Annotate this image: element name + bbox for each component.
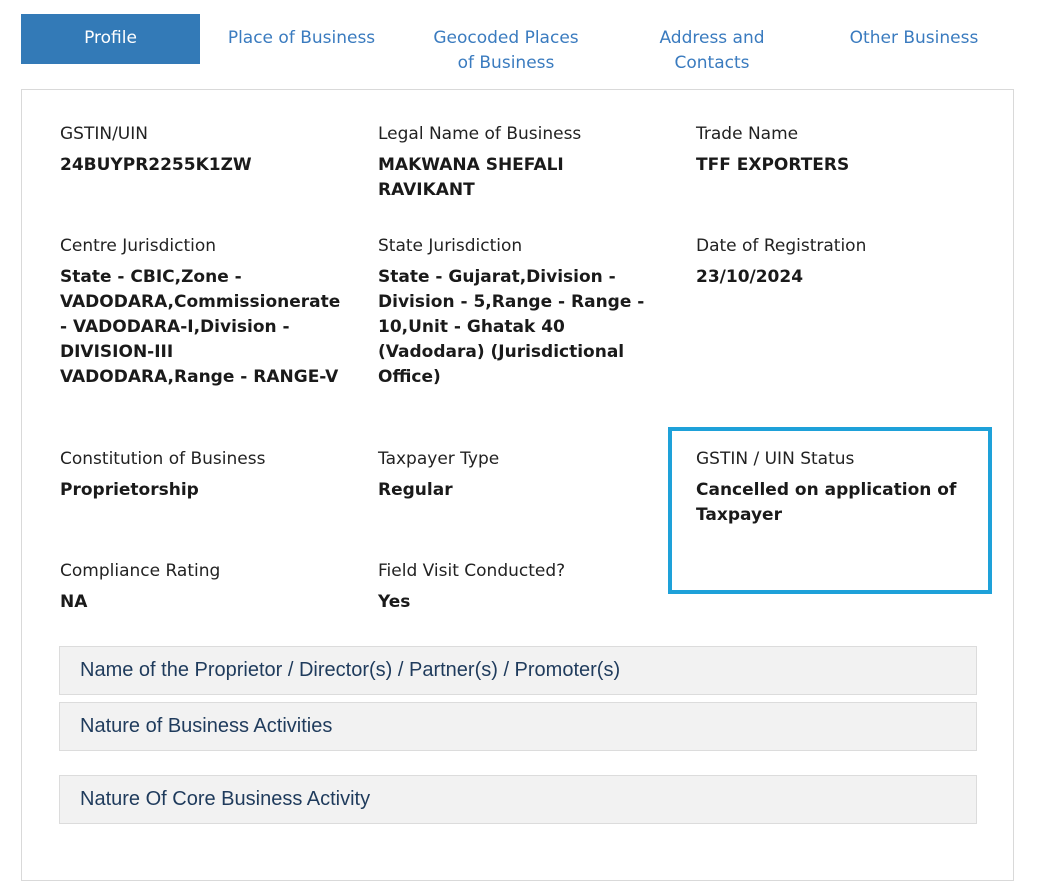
constitution-value: Proprietorship [60, 480, 199, 500]
field-visit-value: Yes [378, 592, 411, 612]
status-field: GSTIN / UIN Status Cancelled on applicat… [696, 447, 986, 528]
centre-jurisdiction-field: Centre Jurisdiction State - CBIC,Zone - … [60, 234, 360, 390]
centre-jurisdiction-label: Centre Jurisdiction [60, 236, 217, 256]
accordion-nature-of-business-label: Nature of Business Activities [80, 715, 333, 737]
tab-place-of-business[interactable]: Place of Business [204, 14, 399, 64]
tab-other-business-label: Other Business [849, 28, 979, 48]
tab-geocoded-places-label: Geocoded Places of Business [433, 28, 579, 73]
accordion-nature-of-business[interactable]: Nature of Business Activities [59, 702, 977, 751]
trade-name-label: Trade Name [696, 124, 799, 144]
compliance-rating-label: Compliance Rating [60, 561, 221, 581]
gstin-label: GSTIN/UIN [60, 124, 148, 144]
constitution-label: Constitution of Business [60, 449, 266, 469]
trade-name-field: Trade Name TFF EXPORTERS [696, 122, 986, 178]
tab-geocoded-places[interactable]: Geocoded Places of Business [411, 14, 601, 73]
tab-other-business[interactable]: Other Business [821, 14, 1007, 64]
field-visit-label: Field Visit Conducted? [378, 561, 566, 581]
tab-profile[interactable]: Profile [21, 14, 200, 64]
accordion-proprietor-directors[interactable]: Name of the Proprietor / Director(s) / P… [59, 646, 977, 695]
tab-address-contacts-label: Address and Contacts [659, 28, 765, 73]
registration-date-field: Date of Registration 23/10/2024 [696, 234, 986, 290]
status-label: GSTIN / UIN Status [696, 449, 855, 469]
legal-name-field: Legal Name of Business MAKWANA SHEFALI R… [378, 122, 678, 203]
state-jurisdiction-value: State - Gujarat,Division - Division - 5,… [378, 267, 645, 387]
accordion-proprietor-directors-label: Name of the Proprietor / Director(s) / P… [80, 659, 621, 681]
taxpayer-type-value: Regular [378, 480, 453, 500]
legal-name-label: Legal Name of Business [378, 124, 582, 144]
tab-bar: Profile Place of Business Geocoded Place… [21, 14, 1013, 76]
compliance-rating-value: NA [60, 592, 88, 612]
accordion-core-business-activity[interactable]: Nature Of Core Business Activity [59, 775, 977, 824]
trade-name-value: TFF EXPORTERS [696, 155, 850, 175]
accordion-core-business-activity-label: Nature Of Core Business Activity [80, 788, 371, 810]
centre-jurisdiction-value: State - CBIC,Zone - VADODARA,Commissione… [60, 267, 341, 387]
registration-date-label: Date of Registration [696, 236, 867, 256]
state-jurisdiction-field: State Jurisdiction State - Gujarat,Divis… [378, 234, 678, 390]
taxpayer-type-label: Taxpayer Type [378, 449, 500, 469]
tab-profile-label: Profile [84, 28, 137, 48]
constitution-field: Constitution of Business Proprietorship [60, 447, 360, 503]
taxpayer-type-field: Taxpayer Type Regular [378, 447, 678, 503]
compliance-rating-field: Compliance Rating NA [60, 559, 360, 615]
status-value: Cancelled on application of Taxpayer [696, 480, 957, 525]
field-visit-field: Field Visit Conducted? Yes [378, 559, 678, 615]
gstin-value: 24BUYPR2255K1ZW [60, 155, 252, 175]
gstin-field: GSTIN/UIN 24BUYPR2255K1ZW [60, 122, 360, 178]
profile-panel: GSTIN/UIN 24BUYPR2255K1ZW Legal Name of … [21, 89, 1014, 881]
registration-date-value: 23/10/2024 [696, 267, 804, 287]
tab-address-contacts[interactable]: Address and Contacts [617, 14, 807, 73]
tab-place-of-business-label: Place of Business [227, 28, 376, 48]
state-jurisdiction-label: State Jurisdiction [378, 236, 523, 256]
legal-name-value: MAKWANA SHEFALI RAVIKANT [378, 155, 564, 200]
